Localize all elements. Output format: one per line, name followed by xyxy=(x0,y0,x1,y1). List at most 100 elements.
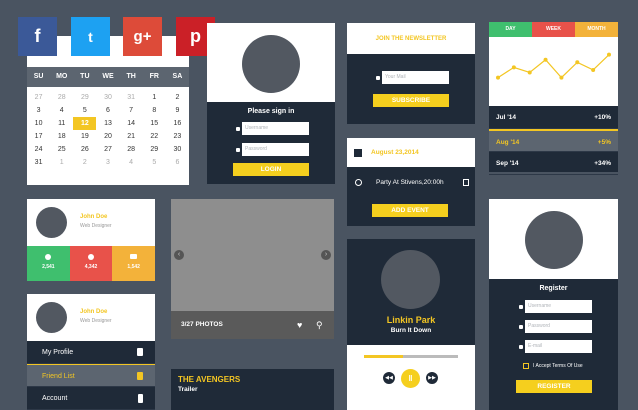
calendar-day[interactable]: 31 xyxy=(27,156,50,169)
username-field[interactable]: Username xyxy=(233,122,309,135)
comment-icon xyxy=(130,254,138,259)
calendar-day[interactable]: 8 xyxy=(143,104,166,117)
terms-checkbox[interactable] xyxy=(523,363,529,369)
calendar-day[interactable]: 12 xyxy=(73,117,97,130)
facebook-icon[interactable]: f xyxy=(18,17,57,56)
calendar-day[interactable]: 21 xyxy=(120,130,143,143)
password-field[interactable]: Password xyxy=(233,143,309,156)
calendar-day[interactable]: 16 xyxy=(166,117,189,130)
forward-button[interactable]: ▶▶ xyxy=(426,372,438,384)
newsletter-form: Your Mail SUBSCRIBE xyxy=(347,54,475,124)
calendar-day[interactable]: 28 xyxy=(50,91,73,104)
weekday-label: SU xyxy=(33,73,44,80)
calendar-day[interactable]: 31 xyxy=(120,91,143,104)
stat-value: +34% xyxy=(594,160,611,167)
calendar-day[interactable]: 17 xyxy=(27,130,50,143)
weekday-label: WE xyxy=(102,73,114,80)
stat-value: 2,541 xyxy=(42,264,55,270)
tab-day[interactable]: DAY xyxy=(489,22,532,37)
register-widget: Register Username Password E-mail I Acce… xyxy=(489,199,618,410)
calendar-day[interactable]: 14 xyxy=(120,117,143,130)
avatar xyxy=(36,302,67,333)
calendar-day[interactable]: 29 xyxy=(143,143,166,156)
calendar-day[interactable]: 13 xyxy=(96,117,119,130)
weekday-label: MO xyxy=(56,73,68,80)
calendar-day[interactable]: 4 xyxy=(50,104,73,117)
data-point xyxy=(575,60,580,65)
link-icon[interactable]: ⚲ xyxy=(316,320,323,331)
calendar-day[interactable]: 23 xyxy=(166,130,189,143)
menu-item-friend-list[interactable]: Friend List xyxy=(27,364,155,387)
calendar-day[interactable]: 26 xyxy=(73,143,96,156)
calendar-day[interactable]: 22 xyxy=(143,130,166,143)
email-field[interactable]: Your Mail xyxy=(373,71,449,84)
pause-button[interactable]: ‖ xyxy=(401,369,420,388)
rewind-button[interactable]: ◀◀ xyxy=(383,372,395,384)
calendar-day[interactable]: 27 xyxy=(27,91,50,104)
googleplus-icon[interactable]: g+ xyxy=(123,17,162,56)
calendar-day[interactable]: 9 xyxy=(166,104,189,117)
calendar-day[interactable]: 10 xyxy=(27,117,50,130)
calendar-day[interactable]: 25 xyxy=(50,143,73,156)
calendar-day[interactable]: 1 xyxy=(50,156,73,169)
tab-month[interactable]: MONTH xyxy=(575,22,618,37)
calendar-day[interactable]: 30 xyxy=(96,91,119,104)
event-text: Party At Stivens,20:00h xyxy=(376,179,444,186)
profile-header: John Doe Web Designer xyxy=(27,199,155,246)
menu-item-account[interactable]: Account xyxy=(27,387,155,410)
song-title: Burn It Down xyxy=(390,327,432,334)
calendar-day[interactable]: 5 xyxy=(143,156,166,169)
data-point xyxy=(543,57,548,62)
add-event-button[interactable]: ADD EVENT xyxy=(372,204,448,217)
calendar-day[interactable]: 3 xyxy=(96,156,119,169)
username-field[interactable]: Username xyxy=(516,300,592,313)
email-field[interactable]: E-mail xyxy=(516,340,592,353)
next-arrow-icon[interactable]: › xyxy=(321,250,331,260)
friends-icon xyxy=(137,372,143,380)
newsletter-widget: JOIN THE NEWSLETTER Your Mail SUBSCRIBE xyxy=(347,23,475,124)
calendar-day[interactable]: 19 xyxy=(73,130,96,143)
register-button[interactable]: REGISTER xyxy=(516,380,592,393)
calendar-day[interactable]: 5 xyxy=(73,104,96,117)
progress-fill xyxy=(364,355,404,358)
likes-stat[interactable]: 4,342 xyxy=(69,246,113,281)
progress-track[interactable] xyxy=(364,355,458,358)
event-date: August 23,2014 xyxy=(371,149,419,156)
calendar-day[interactable]: 3 xyxy=(27,104,50,117)
user-icon xyxy=(516,300,525,313)
calendar-day[interactable]: 6 xyxy=(166,156,189,169)
register-form: Register Username Password E-mail I Acce… xyxy=(489,279,618,410)
tab-week[interactable]: WEEK xyxy=(532,22,575,37)
calendar-day[interactable]: 24 xyxy=(27,143,50,156)
calendar-day[interactable]: 30 xyxy=(166,143,189,156)
calendar-day[interactable]: 27 xyxy=(96,143,119,156)
calendar-day[interactable]: 11 xyxy=(50,117,73,130)
calendar-day[interactable]: 29 xyxy=(73,91,96,104)
calendar-day[interactable]: 20 xyxy=(96,130,119,143)
prev-arrow-icon[interactable]: ‹ xyxy=(174,250,184,260)
calendar-day[interactable]: 4 xyxy=(120,156,143,169)
twitter-icon[interactable]: t xyxy=(71,17,110,56)
calendar-day[interactable]: 15 xyxy=(143,117,166,130)
menu-item-my-profile[interactable]: My Profile xyxy=(27,341,155,364)
calendar-day[interactable]: 6 xyxy=(96,104,119,117)
password-field[interactable]: Password xyxy=(516,320,592,333)
lock-icon xyxy=(516,320,525,333)
check-icon[interactable] xyxy=(463,179,469,186)
calendar-day[interactable]: 7 xyxy=(120,104,143,117)
calendar-day[interactable]: 1 xyxy=(143,91,166,104)
login-button[interactable]: LOGIN xyxy=(233,163,309,176)
comments-stat[interactable]: 1,542 xyxy=(112,246,156,281)
followers-stat[interactable]: 2,541 xyxy=(27,246,70,281)
chart-tabs: DAY WEEK MONTH xyxy=(489,22,618,37)
movie-subtitle: Trailer xyxy=(178,386,198,393)
calendar-day[interactable]: 28 xyxy=(120,143,143,156)
calendar-day[interactable]: 2 xyxy=(166,91,189,104)
stat-row: Sep '14 +34% xyxy=(489,152,618,175)
heart-icon[interactable]: ♥ xyxy=(297,320,302,330)
login-widget: Please sign in Username Password LOGIN xyxy=(207,23,335,184)
subscribe-button[interactable]: SUBSCRIBE xyxy=(373,94,449,107)
profile-card: John Doe Web Designer 2,541 4,342 1,542 xyxy=(27,199,156,281)
calendar-day[interactable]: 2 xyxy=(73,156,96,169)
calendar-day[interactable]: 18 xyxy=(50,130,73,143)
